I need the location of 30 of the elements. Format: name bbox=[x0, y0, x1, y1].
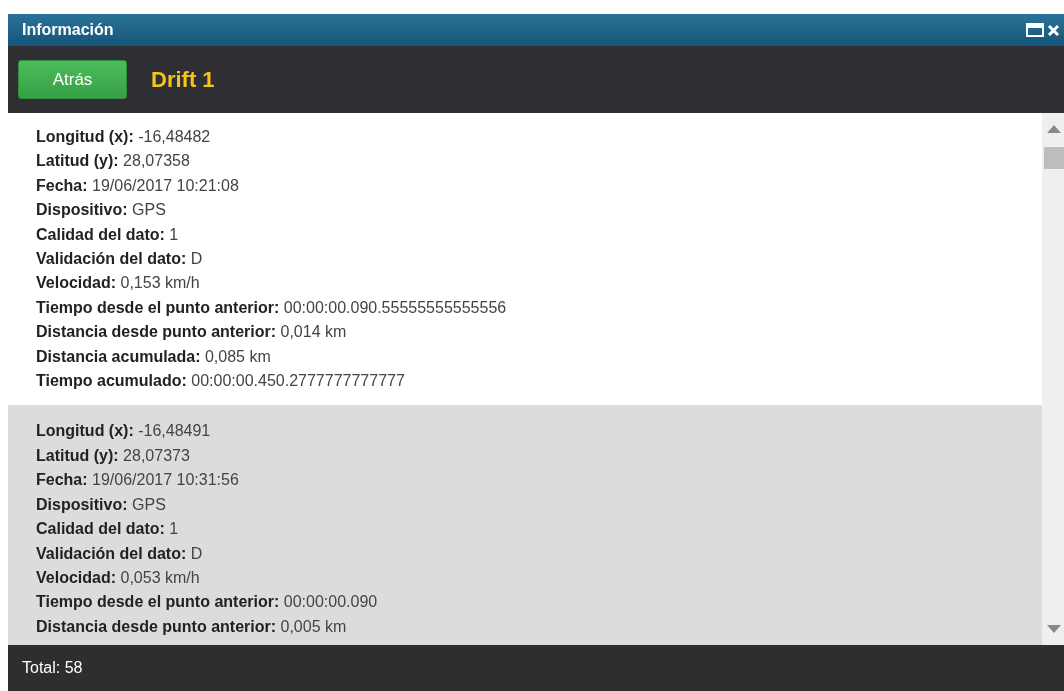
field-line: Validación del dato: D bbox=[36, 543, 204, 564]
maximize-icon[interactable] bbox=[1026, 23, 1044, 37]
field-line: Distancia acumulada: 0,085 km bbox=[36, 346, 272, 367]
window-title: Información bbox=[22, 21, 115, 39]
close-icon[interactable] bbox=[1047, 23, 1060, 37]
scrollbar[interactable] bbox=[1042, 113, 1064, 645]
field-line: Distancia desde punto anterior: 0,014 km bbox=[36, 322, 348, 343]
field-line: Tiempo desde el punto anterior: 00:00:00.090.55555555555556 bbox=[36, 297, 508, 318]
field-line: Calidad del dato: 1 bbox=[36, 224, 180, 245]
scroll-up-icon[interactable] bbox=[1047, 125, 1061, 133]
field-line: Fecha: 19/06/2017 10:21:08 bbox=[36, 175, 240, 196]
record-heading: Drift 1 bbox=[151, 66, 215, 93]
field-line: Dispositivo: GPS bbox=[36, 200, 167, 221]
field-line: Tiempo acumulado: 00:00:00.450.2777777777777 bbox=[36, 371, 406, 392]
field-line: Fecha: 19/06/2017 10:31:56 bbox=[36, 470, 240, 491]
field-line: Longitud (x): -16,48482 bbox=[36, 127, 212, 147]
total-count: Total: 58 bbox=[22, 659, 83, 677]
field-line: Velocidad: 0,053 km/h bbox=[36, 567, 201, 588]
field-line: Tiempo desde el punto anterior: 00:00:00.090 bbox=[36, 592, 379, 613]
scroll-thumb[interactable] bbox=[1044, 147, 1064, 169]
scroll-down-icon[interactable] bbox=[1047, 625, 1061, 633]
field-line: Longitud (x): -16,48491 bbox=[36, 421, 212, 442]
field-line: Distancia desde punto anterior: 0,005 km bbox=[36, 616, 348, 637]
back-button[interactable]: Atrás bbox=[18, 60, 127, 99]
field-line: Validación del dato: D bbox=[36, 249, 204, 270]
field-line: Dispositivo: GPS bbox=[36, 494, 167, 515]
field-line: Velocidad: 0,153 km/h bbox=[36, 273, 201, 294]
field-line: Calidad del dato: 1 bbox=[36, 519, 180, 540]
field-line: Latitud (y): 28,07373 bbox=[36, 445, 191, 466]
field-line: Latitud (y): 28,07358 bbox=[36, 151, 191, 172]
